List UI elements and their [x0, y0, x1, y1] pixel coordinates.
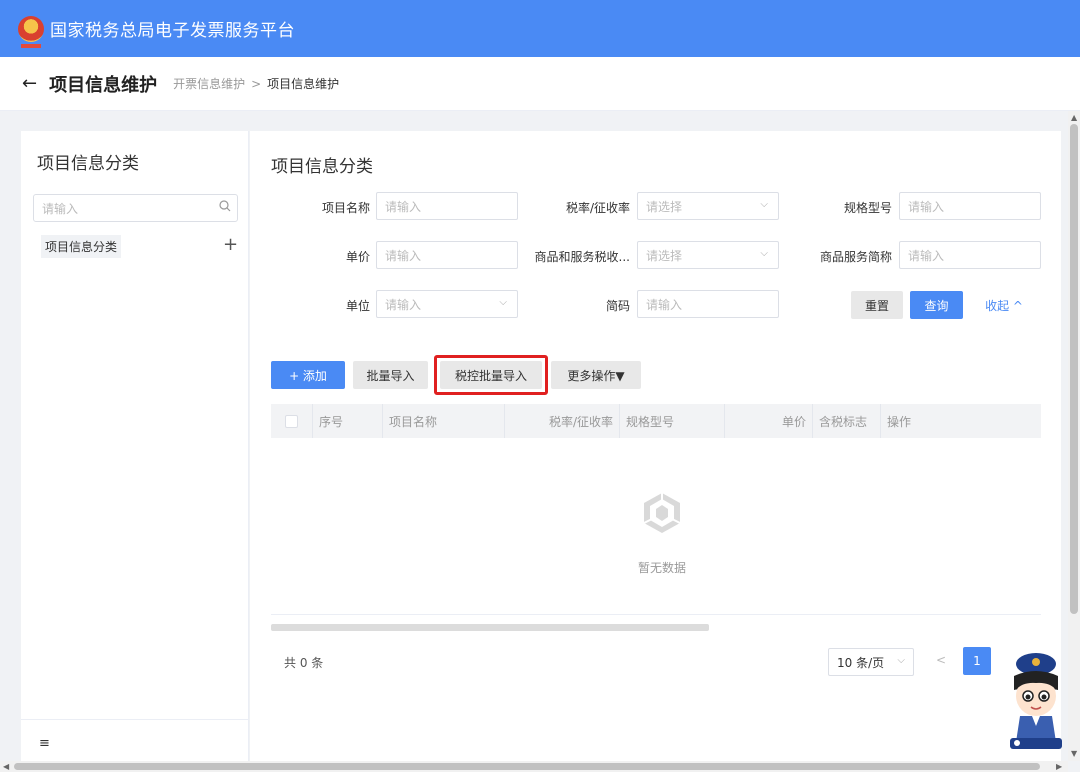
page-size-select[interactable]: 10 条/页 ⌵: [828, 648, 914, 676]
project-name-label: 项目名称: [321, 201, 370, 215]
query-button[interactable]: 查询: [910, 291, 963, 319]
platform-title: 国家税务总局电子发票服务平台: [50, 21, 295, 41]
scroll-up-arrow-icon[interactable]: ▲: [1071, 113, 1077, 122]
page-title: 项目信息维护: [49, 74, 158, 96]
chevron-down-icon: ⌵: [760, 248, 768, 259]
breadcrumb-link-invoice-info[interactable]: 开票信息维护: [173, 75, 245, 92]
service-short-input[interactable]: 请输入: [899, 241, 1041, 269]
assistant-mascot-icon[interactable]: [1006, 650, 1066, 752]
page-size-value: 10 条/页: [837, 655, 885, 670]
tax-emblem-logo: [18, 15, 44, 48]
tax-category-placeholder: 请选择: [646, 248, 683, 263]
reset-button[interactable]: 重置: [851, 291, 903, 319]
spec-model-placeholder: 请输入: [908, 199, 945, 214]
tree-item-project-category[interactable]: 项目信息分类: [41, 235, 122, 258]
col-spec-model: 规格型号: [620, 404, 725, 438]
col-actions: 操作: [887, 414, 912, 429]
sidebar-search-input[interactable]: 请输入: [33, 194, 238, 222]
service-short-placeholder: 请输入: [908, 248, 945, 263]
sidebar-divider: [21, 719, 249, 720]
search-icon[interactable]: [213, 200, 237, 216]
col-project-name: 项目名称: [383, 404, 505, 438]
scroll-left-arrow-icon[interactable]: ◀: [3, 762, 9, 771]
short-code-placeholder: 请输入: [646, 297, 683, 312]
col-tax-included: 含税标志: [813, 404, 881, 438]
horizontal-scrollbar-thumb[interactable]: [14, 763, 1040, 770]
top-header: 国家税务总局电子发票服务平台: [0, 0, 1080, 57]
main-content: 项目信息分类 项目名称 请输入 税率/征收率 请选择 ⌵ 规格型号 请输入 单价…: [250, 131, 1061, 761]
short-code-label: 简码: [605, 299, 630, 313]
scroll-right-arrow-icon[interactable]: ▶: [1056, 762, 1062, 771]
col-unit-price: 单价: [725, 404, 813, 438]
empty-box-icon: [643, 493, 681, 533]
main-title: 项目信息分类: [271, 157, 373, 177]
prev-page-button[interactable]: <: [936, 653, 946, 667]
page-number-1[interactable]: 1: [963, 647, 991, 675]
tax-rate-placeholder: 请选择: [646, 199, 683, 214]
tax-rate-label: 税率/征收率: [565, 201, 630, 215]
empty-state-text: 暂无数据: [637, 561, 686, 575]
sidebar-title: 项目信息分类: [37, 154, 139, 174]
spec-model-label: 规格型号: [843, 201, 892, 215]
chevron-down-icon: ⌵: [897, 655, 905, 666]
unit-price-input[interactable]: 请输入: [376, 241, 518, 269]
tax-category-label: 商品和服务税收...: [534, 250, 630, 264]
arrow-left-icon[interactable]: ←: [22, 73, 37, 94]
scroll-down-arrow-icon[interactable]: ▼: [1071, 749, 1077, 758]
project-name-placeholder: 请输入: [385, 199, 422, 214]
unit-price-label: 单价: [345, 250, 370, 264]
table-bottom-border: [271, 614, 1041, 615]
col-index: 序号: [313, 404, 383, 438]
breadcrumb-bar: ← 项目信息维护 开票信息维护 > 项目信息维护: [0, 57, 1080, 111]
short-code-input[interactable]: 请输入: [637, 290, 779, 318]
batch-import-button[interactable]: 批量导入: [353, 361, 428, 389]
project-name-input[interactable]: 请输入: [376, 192, 518, 220]
table-horizontal-scrollbar[interactable]: [271, 624, 709, 631]
sidebar-search-placeholder: 请输入: [42, 201, 79, 216]
spec-model-input[interactable]: 请输入: [899, 192, 1041, 220]
select-all-checkbox-cell[interactable]: [271, 404, 313, 438]
highlight-box: [434, 355, 548, 395]
chevron-down-icon: ⌵: [760, 199, 768, 210]
unit-placeholder: 请输入: [385, 297, 422, 312]
unit-label: 单位: [345, 299, 370, 313]
add-button[interactable]: + 添加: [271, 361, 345, 389]
chevron-down-icon: ⌵: [499, 297, 507, 308]
breadcrumb-separator: >: [251, 76, 262, 91]
total-count: 共 0 条: [284, 656, 324, 670]
more-operations-dropdown[interactable]: 更多操作▼: [551, 361, 641, 389]
service-short-label: 商品服务简称: [819, 250, 892, 264]
col-tax-rate: 税率/征收率: [505, 404, 620, 438]
category-sidebar: 项目信息分类 请输入 项目信息分类 + ≡: [21, 131, 249, 761]
table-header: 序号 项目名称 税率/征收率 规格型号 单价 含税标志 操作: [271, 404, 1041, 438]
collapse-filters-button[interactable]: 收起 ^: [978, 291, 1030, 319]
unit-price-placeholder: 请输入: [385, 248, 422, 263]
tax-rate-select[interactable]: 请选择 ⌵: [637, 192, 779, 220]
unit-select[interactable]: 请输入 ⌵: [376, 290, 518, 318]
select-all-checkbox[interactable]: [285, 414, 298, 428]
breadcrumb-current: 项目信息维护: [267, 77, 340, 91]
add-category-icon[interactable]: +: [223, 234, 238, 255]
collapse-menu-icon[interactable]: ≡: [39, 736, 50, 751]
tax-category-select[interactable]: 请选择 ⌵: [637, 241, 779, 269]
vertical-scrollbar-thumb[interactable]: [1070, 124, 1078, 614]
